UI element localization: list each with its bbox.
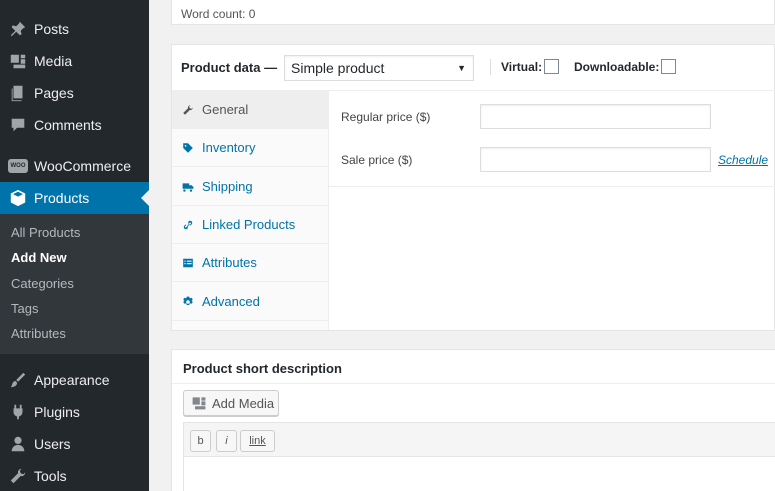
plugin-icon [8,402,28,422]
general-panel: Regular price ($) Sale price ($) Schedul… [329,91,775,187]
submenu-categories[interactable]: Categories [11,274,74,294]
word-count: Word count: 0 [181,7,256,21]
product-type-value: Simple product [291,60,385,76]
tab-label: Shipping [202,179,253,194]
virtual-option[interactable]: Virtual: [501,58,560,74]
schedule-link[interactable]: Schedule [718,153,768,167]
product-data-metabox: Product data — Simple product ▼ Virtual:… [171,44,775,331]
submenu-add-new[interactable]: Add New [11,248,67,268]
add-media-button[interactable]: Add Media [183,390,279,416]
link-icon [181,218,195,232]
menu-item-comments[interactable]: Comments [0,109,149,141]
tab-attributes[interactable]: Attributes [172,244,328,282]
list-icon [181,256,195,270]
sale-price-input[interactable] [480,147,711,172]
products-icon [8,188,28,208]
menu-label: Plugins [34,404,80,420]
media-icon [191,395,207,411]
submenu-attributes[interactable]: Attributes [11,324,66,344]
virtual-label: Virtual: [501,60,543,74]
sale-price-label: Sale price ($) [341,153,413,167]
menu-label: Appearance [34,372,110,388]
downloadable-checkbox[interactable] [661,58,677,74]
products-submenu: All Products Add New Categories Tags Att… [0,214,149,354]
downloadable-label: Downloadable: [574,60,660,74]
tab-advanced[interactable]: Advanced [172,283,328,321]
menu-label: Products [34,190,90,206]
menu-item-plugins[interactable]: Plugins [0,396,149,428]
menu-label: WooCommerce [34,158,131,174]
tab-label: Attributes [202,255,257,270]
tab-linked-products[interactable]: Linked Products [172,206,328,244]
menu-item-products[interactable]: Products [0,182,149,214]
tag-icon [181,141,195,155]
user-icon [8,434,28,454]
truck-icon [181,180,195,194]
product-data-title: Product data — [181,60,278,75]
short-description-metabox: Product short description Add Media b i … [171,349,775,491]
regular-price-label: Regular price ($) [341,110,431,124]
tab-label: Inventory [202,140,256,155]
product-type-select[interactable]: Simple product ▼ [284,55,474,81]
menu-item-woocommerce[interactable]: WOO WooCommerce [0,150,149,182]
chevron-down-icon: ▼ [457,63,466,73]
pin-icon [8,19,28,39]
tab-label: Advanced [202,294,260,309]
wrench-icon [181,103,195,117]
menu-label: Users [34,436,71,452]
wrench-icon [8,466,28,486]
product-data-tabs: General Inventory Shipping Linked Produc… [172,91,329,330]
admin-sidebar: Posts Media Pages Comments WOO WooCommer… [0,0,149,491]
menu-label: Comments [34,117,102,133]
media-icon [8,51,28,71]
gear-icon [181,295,195,309]
brush-icon [8,370,28,390]
quicktags-toolbar: b i link [183,422,775,457]
submenu-tags[interactable]: Tags [11,299,38,319]
short-description-title: Product short description [183,361,342,376]
header-divider [490,59,491,75]
pages-icon [8,83,28,103]
bold-button[interactable]: b [190,430,211,452]
menu-item-appearance[interactable]: Appearance [0,364,149,396]
add-media-label: Add Media [212,395,275,411]
menu-label: Media [34,53,73,69]
menu-item-media[interactable]: Media [0,45,149,77]
short-description-textarea[interactable] [183,457,775,491]
virtual-checkbox[interactable] [544,58,560,74]
regular-price-input[interactable] [480,104,711,129]
woocommerce-icon: WOO [8,156,28,176]
downloadable-option[interactable]: Downloadable: [574,58,677,74]
menu-label: Pages [34,85,74,101]
menu-item-posts[interactable]: Posts [0,13,149,45]
menu-item-tools[interactable]: Tools [0,460,149,491]
tab-shipping[interactable]: Shipping [172,168,328,206]
link-button[interactable]: link [240,430,275,452]
italic-button[interactable]: i [216,430,237,452]
tab-label: Linked Products [202,217,296,232]
menu-item-pages[interactable]: Pages [0,77,149,109]
short-description-header: Product short description [172,350,775,384]
menu-item-users[interactable]: Users [0,428,149,460]
tab-general[interactable]: General [172,91,328,129]
menu-label: Tools [34,468,67,484]
menu-label: Posts [34,21,70,37]
tab-label: General [202,102,249,117]
product-data-header: Product data — Simple product ▼ Virtual:… [172,45,775,91]
comment-icon [8,115,28,135]
submenu-all-products[interactable]: All Products [11,223,80,243]
tab-inventory[interactable]: Inventory [172,129,328,167]
editor-status-bar: Word count: 0 [171,0,775,25]
